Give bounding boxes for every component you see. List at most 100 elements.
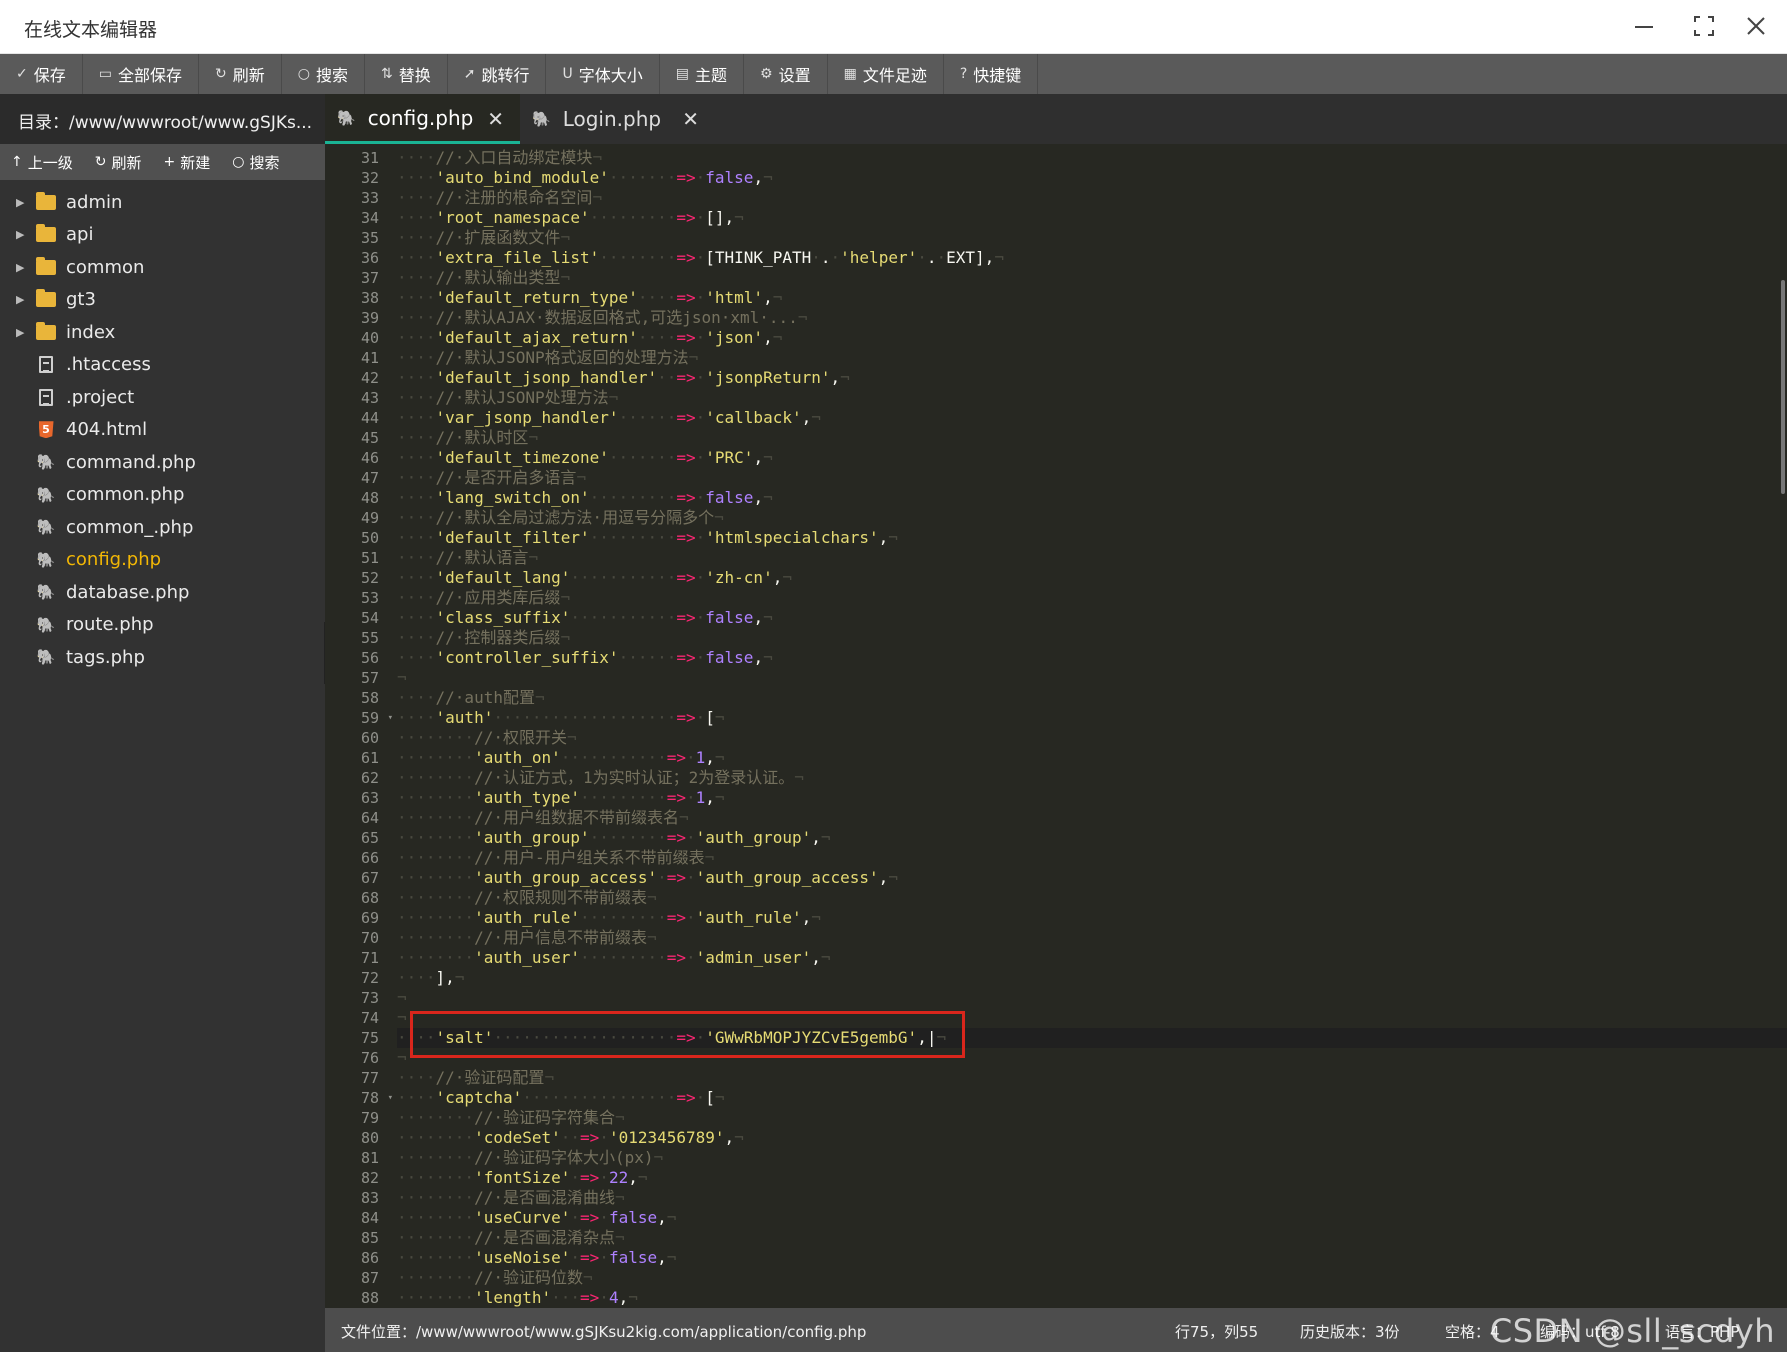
code-line-53[interactable]: ····//·应用类库后缀¬	[397, 588, 1787, 608]
sidebar-action-0[interactable]: ↑ 上一级	[0, 152, 84, 173]
tree-item-common_.php[interactable]: 🐘 common_.php	[0, 511, 325, 544]
code-line-78[interactable]: ····'captcha'················=>·[¬	[397, 1088, 1787, 1108]
tab-config.php[interactable]: 🐘 config.php ✕	[325, 94, 520, 144]
tree-item-common[interactable]: ▶ common	[0, 251, 325, 284]
code-line-51[interactable]: ····//·默认语言¬	[397, 548, 1787, 568]
code-line-75[interactable]: ····'salt'···················=>·'GWwRbMO…	[397, 1028, 1787, 1048]
tree-item-command.php[interactable]: 🐘 command.php	[0, 446, 325, 479]
close-tab-icon[interactable]: ✕	[487, 107, 504, 131]
code-line-56[interactable]: ····'controller_suffix'······=>·false,¬	[397, 648, 1787, 668]
code-line-59[interactable]: ····'auth'···················=>·[¬	[397, 708, 1787, 728]
toolbar-button-3[interactable]: ○ 搜索	[282, 54, 365, 94]
code-line-72[interactable]: ····],¬	[397, 968, 1787, 988]
code-line-52[interactable]: ····'default_lang'···········=>·'zh-cn',…	[397, 568, 1787, 588]
code-line-71[interactable]: ········'auth_user'·········=>·'admin_us…	[397, 948, 1787, 968]
tree-item-tags.php[interactable]: 🐘 tags.php	[0, 641, 325, 674]
toolbar-button-4[interactable]: ⇅ 替换	[365, 54, 448, 94]
toolbar-button-7[interactable]: ▤ 主题	[660, 54, 744, 94]
minimize-button[interactable]	[1624, 8, 1664, 44]
code-line-47[interactable]: ····//·是否开启多语言¬	[397, 468, 1787, 488]
code-line-44[interactable]: ····'var_jsonp_handler'······=>·'callbac…	[397, 408, 1787, 428]
toolbar-button-5[interactable]: ➚ 跳转行	[448, 54, 547, 94]
code-line-48[interactable]: ····'lang_switch_on'·········=>·false,¬	[397, 488, 1787, 508]
code-line-57[interactable]: ¬	[397, 668, 1787, 688]
tree-item-api[interactable]: ▶ api	[0, 219, 325, 252]
toolbar-button-9[interactable]: ▦ 文件足迹	[828, 54, 944, 94]
code-line-67[interactable]: ········'auth_group_access'·=>·'auth_gro…	[397, 868, 1787, 888]
close-button[interactable]	[1736, 8, 1776, 44]
close-tab-icon[interactable]: ✕	[682, 107, 699, 131]
code-line-60[interactable]: ········//·权限开关¬	[397, 728, 1787, 748]
code-line-65[interactable]: ········'auth_group'········=>·'auth_gro…	[397, 828, 1787, 848]
code-area[interactable]: ····//·入口自动绑定模块¬ ····'auto_bind_module'··…	[397, 148, 1787, 1308]
toolbar-button-1[interactable]: ▭ 全部保存	[83, 54, 199, 94]
chevron-right-icon[interactable]: ▶	[0, 228, 24, 241]
cursor-position[interactable]: 行75，列55	[1175, 1321, 1258, 1342]
code-line-73[interactable]: ¬	[397, 988, 1787, 1008]
code-line-63[interactable]: ········'auth_type'·········=>·1,¬	[397, 788, 1787, 808]
code-line-34[interactable]: ····'root_namespace'·········=>·[],¬	[397, 208, 1787, 228]
code-line-70[interactable]: ········//·用户信息不带前缀表¬	[397, 928, 1787, 948]
code-line-43[interactable]: ····//·默认JSONP处理方法¬	[397, 388, 1787, 408]
code-line-54[interactable]: ····'class_suffix'···········=>·false,¬	[397, 608, 1787, 628]
code-line-69[interactable]: ········'auth_rule'·········=>·'auth_rul…	[397, 908, 1787, 928]
code-line-80[interactable]: ········'codeSet'··=>·'0123456789',¬	[397, 1128, 1787, 1148]
code-line-87[interactable]: ········//·验证码位数¬	[397, 1268, 1787, 1288]
code-line-77[interactable]: ····//·验证码配置¬	[397, 1068, 1787, 1088]
code-line-83[interactable]: ········//·是否画混淆曲线¬	[397, 1188, 1787, 1208]
chevron-right-icon[interactable]: ▶	[0, 326, 24, 339]
code-line-45[interactable]: ····//·默认时区¬	[397, 428, 1787, 448]
sidebar-action-1[interactable]: ↻ 刷新	[84, 152, 153, 173]
code-line-86[interactable]: ········'useNoise'·=>·false,¬	[397, 1248, 1787, 1268]
tree-item-.project[interactable]: .project	[0, 381, 325, 414]
code-line-82[interactable]: ········'fontSize'·=>·22,¬	[397, 1168, 1787, 1188]
code-line-66[interactable]: ········//·用户-用户组关系不带前缀表¬	[397, 848, 1787, 868]
code-line-38[interactable]: ····'default_return_type'····=>·'html',¬	[397, 288, 1787, 308]
code-line-61[interactable]: ········'auth_on'···········=>·1,¬	[397, 748, 1787, 768]
tree-item-gt3[interactable]: ▶ gt3	[0, 284, 325, 317]
sidebar-action-2[interactable]: + 新建	[153, 152, 222, 173]
code-line-84[interactable]: ········'useCurve'·=>·false,¬	[397, 1208, 1787, 1228]
code-line-35[interactable]: ····//·扩展函数文件¬	[397, 228, 1787, 248]
tree-item-common.php[interactable]: 🐘 common.php	[0, 479, 325, 512]
tree-item-route.php[interactable]: 🐘 route.php	[0, 609, 325, 642]
code-line-68[interactable]: ········//·权限规则不带前缀表¬	[397, 888, 1787, 908]
toolbar-button-6[interactable]: U 字体大小	[546, 54, 660, 94]
code-line-39[interactable]: ····//·默认AJAX·数据返回格式,可选json·xml·...¬	[397, 308, 1787, 328]
code-line-62[interactable]: ········//·认证方式，1为实时认证；2为登录认证。¬	[397, 768, 1787, 788]
code-line-64[interactable]: ········//·用户组数据不带前缀表名¬	[397, 808, 1787, 828]
tree-item-404.html[interactable]: 5 404.html	[0, 414, 325, 447]
sidebar-action-3[interactable]: ○ 搜索	[221, 152, 290, 173]
history-versions[interactable]: 历史版本：3份	[1300, 1321, 1400, 1342]
code-line-36[interactable]: ····'extra_file_list'········=>·[THINK_P…	[397, 248, 1787, 268]
tree-item-database.php[interactable]: 🐘 database.php	[0, 576, 325, 609]
code-line-37[interactable]: ····//·默认输出类型¬	[397, 268, 1787, 288]
code-line-58[interactable]: ····//·auth配置¬	[397, 688, 1787, 708]
toolbar-button-0[interactable]: ✓ 保存	[0, 54, 83, 94]
code-line-49[interactable]: ····//·默认全局过滤方法·用逗号分隔多个¬	[397, 508, 1787, 528]
code-line-79[interactable]: ········//·验证码字符集合¬	[397, 1108, 1787, 1128]
code-line-81[interactable]: ········//·验证码字体大小(px)¬	[397, 1148, 1787, 1168]
editor-scrollbar[interactable]	[1781, 280, 1785, 494]
toolbar-button-10[interactable]: ? 快捷键	[944, 54, 1039, 94]
code-line-85[interactable]: ········//·是否画混淆杂点¬	[397, 1228, 1787, 1248]
tab-Login.php[interactable]: 🐘 Login.php ✕	[520, 94, 715, 144]
code-line-88[interactable]: ········'length'···=>·4,¬	[397, 1288, 1787, 1308]
chevron-right-icon[interactable]: ▶	[0, 196, 24, 209]
code-line-40[interactable]: ····'default_ajax_return'····=>·'json',¬	[397, 328, 1787, 348]
toolbar-button-8[interactable]: ⚙ 设置	[744, 54, 828, 94]
code-line-31[interactable]: ····//·入口自动绑定模块¬	[397, 148, 1787, 168]
chevron-right-icon[interactable]: ▶	[0, 261, 24, 274]
code-line-32[interactable]: ····'auto_bind_module'·······=>·false,¬	[397, 168, 1787, 188]
chevron-right-icon[interactable]: ▶	[0, 293, 24, 306]
toolbar-button-2[interactable]: ↻ 刷新	[199, 54, 282, 94]
code-line-76[interactable]: ¬	[397, 1048, 1787, 1068]
code-editor[interactable]: 31 32 33 34 35 36 37 38 39 40 41 42 43 44 45 46 47 48 49 50…	[325, 144, 1787, 1308]
code-line-42[interactable]: ····'default_jsonp_handler'··=>·'jsonpRe…	[397, 368, 1787, 388]
tree-item-admin[interactable]: ▶ admin	[0, 186, 325, 219]
tree-item-index[interactable]: ▶ index	[0, 316, 325, 349]
code-line-50[interactable]: ····'default_filter'·········=>·'htmlspe…	[397, 528, 1787, 548]
code-line-41[interactable]: ····//·默认JSONP格式返回的处理方法¬	[397, 348, 1787, 368]
code-line-33[interactable]: ····//·注册的根命名空间¬	[397, 188, 1787, 208]
tree-item-.htaccess[interactable]: .htaccess	[0, 349, 325, 382]
